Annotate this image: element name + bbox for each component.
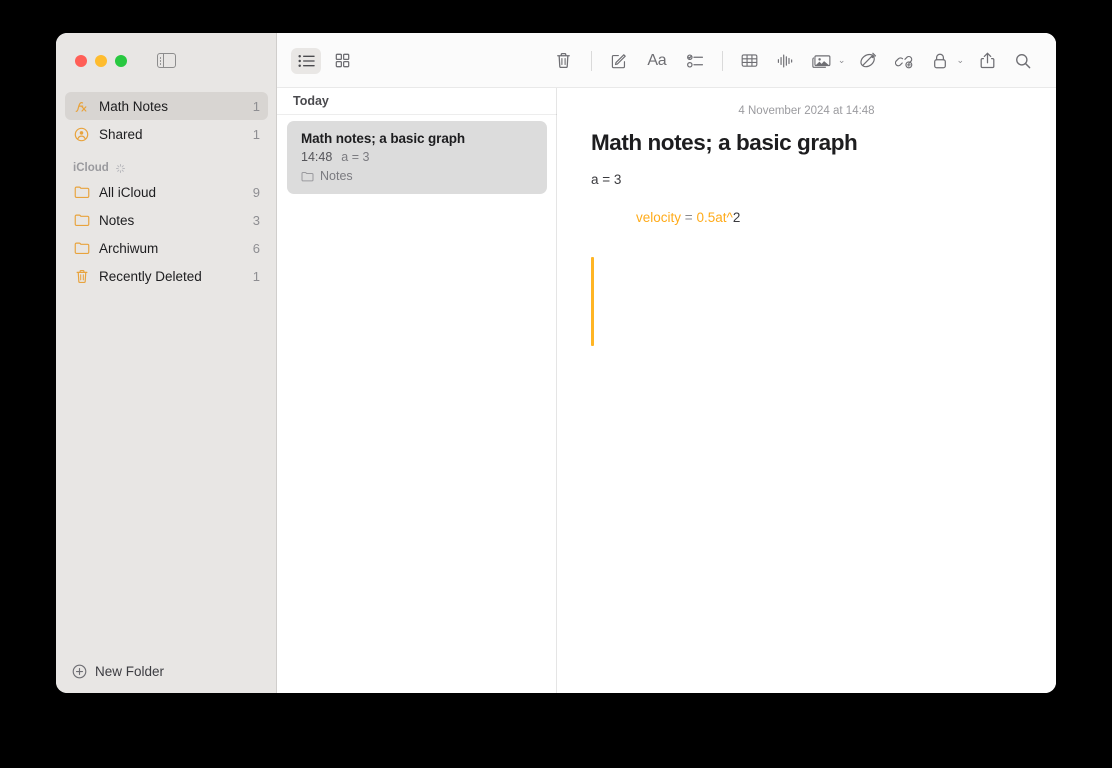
note-item-folder: Notes	[301, 169, 535, 183]
note-equation-line: velocity = 0.5at^2	[591, 189, 1022, 246]
sidebar-item-shared[interactable]: Shared 1	[65, 120, 268, 148]
sidebar-item-count: 3	[252, 212, 260, 228]
toolbar-divider	[590, 50, 592, 71]
sidebar-item-label: Notes	[99, 212, 135, 228]
note-body-line: a = 3	[591, 172, 622, 187]
sidebar-item-label: Recently Deleted	[99, 268, 202, 284]
note-body[interactable]: a = 3 velocity = 0.5at^2	[591, 170, 1022, 346]
toolbar-divider	[721, 50, 723, 71]
minimize-button[interactable]	[95, 54, 107, 67]
person-circle-icon	[72, 125, 91, 143]
text-cursor-bar	[591, 257, 594, 346]
note-date: 4 November 2024 at 14:48	[738, 105, 875, 117]
close-button[interactable]	[75, 54, 87, 67]
markup-icon[interactable]	[853, 48, 883, 74]
table-icon[interactable]	[735, 48, 765, 74]
folder-icon	[72, 239, 91, 257]
list-view-icon[interactable]	[291, 47, 321, 74]
sidebar-item-recently-deleted[interactable]: Recently Deleted 1	[65, 262, 268, 290]
compose-icon[interactable]	[604, 48, 634, 74]
link-icon[interactable]	[889, 48, 919, 74]
note-item-title: Math notes; a basic graph	[301, 131, 466, 146]
window-controls	[56, 33, 277, 88]
folder-icon	[301, 171, 314, 182]
note-item-preview: a = 3	[341, 150, 370, 164]
sidebar-toggle-icon[interactable]	[157, 53, 176, 68]
media-icon[interactable]	[807, 48, 837, 74]
sidebar-item-count: 6	[252, 240, 260, 256]
notes-window: Math Notes 1 Shared 1 iCloud All iCloud …	[56, 33, 1056, 693]
search-icon[interactable]	[1008, 48, 1038, 74]
sidebar-list: Math Notes 1 Shared 1 iCloud All iCloud …	[56, 88, 277, 649]
function-graph-icon	[72, 97, 91, 115]
sidebar-item-notes[interactable]: Notes 3	[65, 206, 268, 234]
media-menu[interactable]: ⌄	[807, 48, 848, 74]
note-item-time: 14:48	[301, 150, 333, 164]
equation-lhs: velocity	[636, 210, 682, 225]
icloud-section-header: iCloud	[65, 148, 268, 178]
delete-note-button[interactable]	[549, 48, 579, 74]
format-aa-icon[interactable]: Aa	[640, 48, 674, 74]
trash-icon	[72, 267, 91, 285]
chevron-down-icon[interactable]: ⌄	[838, 55, 846, 66]
sidebar-item-all-icloud[interactable]: All iCloud 9	[65, 178, 268, 206]
audio-waveform-icon[interactable]	[771, 48, 801, 74]
plus-circle-icon	[72, 664, 87, 679]
sidebar-item-label: Math Notes	[99, 98, 169, 114]
chevron-down-icon[interactable]: ⌄	[956, 55, 964, 66]
main-area: Aa ⌄ ⌄ Today Math notes; a basic graph 1…	[277, 33, 1056, 693]
folder-icon	[72, 211, 91, 229]
equation-operator: =	[684, 210, 693, 225]
sync-icon	[115, 163, 126, 174]
sidebar-item-label: All iCloud	[99, 184, 157, 200]
note-title: Math notes; a basic graph	[591, 130, 858, 155]
equation-rhs-plain: 2	[732, 210, 741, 225]
note-list: Today Math notes; a basic graph 14:48 a …	[277, 88, 557, 693]
toolbar: Aa ⌄ ⌄	[277, 33, 1056, 88]
lock-icon[interactable]	[925, 48, 955, 74]
list-item[interactable]: Math notes; a basic graph 14:48 a = 3 No…	[287, 121, 547, 194]
sidebar-item-archiwum[interactable]: Archiwum 6	[65, 234, 268, 262]
new-folder-label: New Folder	[95, 663, 165, 679]
note-item-meta: 14:48 a = 3	[301, 150, 535, 164]
note-detail[interactable]: 4 November 2024 at 14:48 Math notes; a b…	[557, 88, 1056, 693]
note-item-folder-label: Notes	[320, 169, 353, 183]
new-folder-button[interactable]: New Folder	[56, 649, 277, 693]
sidebar-item-count: 1	[252, 268, 260, 284]
zoom-button[interactable]	[115, 54, 127, 67]
content-panes: Today Math notes; a basic graph 14:48 a …	[277, 88, 1056, 693]
sidebar-item-label: Shared	[99, 126, 143, 142]
sidebar-item-count: 1	[252, 126, 260, 142]
sidebar-item-count: 9	[252, 184, 260, 200]
section-title: iCloud	[73, 162, 109, 174]
sidebar-item-math-notes[interactable]: Math Notes 1	[65, 92, 268, 120]
folder-icon	[72, 183, 91, 201]
sidebar: Math Notes 1 Shared 1 iCloud All iCloud …	[56, 33, 277, 693]
sidebar-item-label: Archiwum	[99, 240, 159, 256]
grid-view-icon[interactable]	[327, 48, 357, 74]
note-list-section-header: Today	[277, 88, 557, 115]
share-icon[interactable]	[972, 48, 1002, 74]
lock-menu[interactable]: ⌄	[925, 48, 966, 74]
equation-rhs-accent: 0.5at^	[696, 210, 733, 225]
sidebar-item-count: 1	[252, 98, 260, 114]
checklist-icon[interactable]	[680, 48, 710, 74]
